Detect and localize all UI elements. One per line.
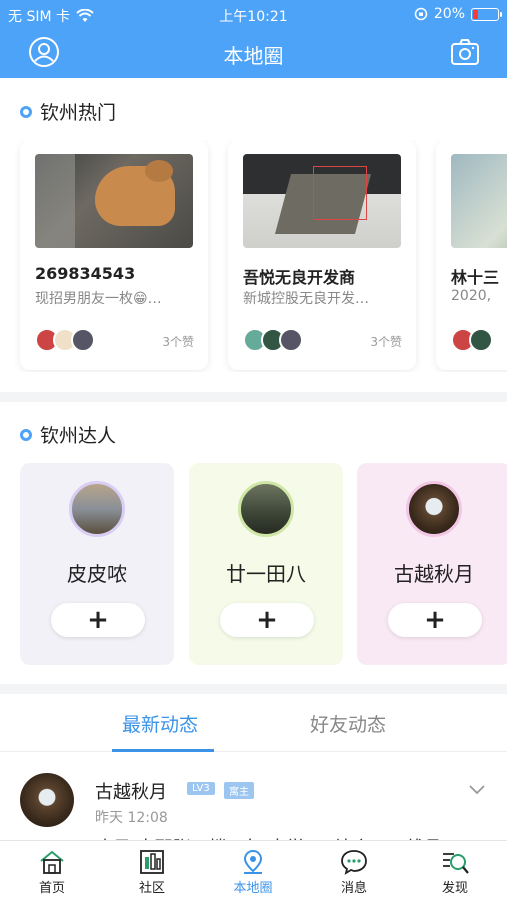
camera-button[interactable] — [447, 36, 483, 68]
post-more-button[interactable] — [469, 780, 485, 799]
like-count: 3个赞 — [162, 335, 194, 349]
tabbar-item-messages[interactable]: 消息 — [314, 847, 394, 896]
section-divider — [0, 392, 507, 402]
rotation-lock-icon — [414, 7, 428, 21]
talent-name: 皮皮哝 — [67, 562, 127, 586]
tab-friends[interactable]: 好友动态 — [310, 710, 386, 737]
talent-card[interactable]: 皮皮哝 + — [20, 463, 174, 665]
section-divider — [0, 684, 507, 694]
follow-button[interactable]: + — [51, 603, 145, 637]
tabbar-label: 社区 — [138, 881, 165, 896]
tabbar-label: 消息 — [340, 881, 367, 896]
home-icon — [40, 850, 64, 874]
message-icon — [341, 850, 367, 875]
community-icon — [140, 850, 164, 874]
location-icon — [243, 849, 263, 874]
status-bar: 无 SIM 卡 上午10:21 20% — [0, 0, 507, 30]
tabbar-label: 本地圈 — [233, 881, 273, 896]
hot-card-image — [451, 154, 507, 248]
follow-button[interactable]: + — [388, 603, 482, 637]
hot-card-image — [35, 154, 193, 248]
hot-card-desc: 2020, — [451, 288, 492, 304]
talent-name: 古越秋月 — [394, 562, 474, 586]
post-author[interactable]: 古越秋月 — [95, 778, 167, 804]
tabbar-item-community[interactable]: 社区 — [112, 847, 192, 896]
avatar — [238, 481, 294, 537]
talent-name: 廿一田八 — [226, 562, 306, 586]
level-badge: LV3 — [187, 782, 215, 795]
talent-card[interactable]: 古越秋月 + — [357, 463, 507, 665]
like-count: 3个赞 — [370, 335, 402, 349]
hot-cards-carousel[interactable]: 269834543 现招男朋友一枚😁… 3个赞 吾悦无良开发商 新城控股无良开发… — [0, 140, 507, 372]
discover-icon — [443, 853, 469, 874]
role-badge: 寓主 — [224, 782, 254, 799]
top-bar: 无 SIM 卡 上午10:21 20% 本地圈 — [0, 0, 507, 78]
hot-card-title: 269834543 — [35, 264, 136, 283]
tabbar-item-discover[interactable]: 发现 — [415, 847, 495, 896]
hot-card[interactable]: 吾悦无良开发商 新城控股无良开发… 3个赞 — [228, 140, 416, 370]
hot-section-title: 钦州热门 — [40, 102, 117, 124]
camera-icon — [451, 39, 479, 65]
battery-fill — [473, 9, 478, 19]
tabbar-label: 发现 — [441, 881, 468, 896]
follow-button[interactable]: + — [220, 603, 314, 637]
liker-avatars — [35, 328, 95, 352]
hot-card[interactable]: 269834543 现招男朋友一枚😁… 3个赞 — [20, 140, 208, 370]
active-tab-indicator — [112, 749, 214, 752]
avatar — [71, 328, 95, 352]
chevron-down-icon — [469, 785, 485, 795]
page-title: 本地圈 — [223, 44, 284, 68]
bottom-tab-bar: 首页 社区 本地圈 消息 发现 — [0, 840, 507, 900]
battery-icon — [471, 7, 502, 21]
avatar — [279, 328, 303, 352]
post-time: 昨天 12:08 — [95, 810, 168, 826]
hot-section-header: 钦州热门 — [20, 98, 116, 125]
battery-percent: 20% — [433, 6, 465, 22]
talent-section-header: 钦州达人 — [20, 421, 116, 448]
hot-card-image — [243, 154, 401, 248]
hot-card-desc: 新城控股无良开发… — [243, 291, 369, 307]
liker-avatars — [451, 328, 493, 352]
hot-card[interactable]: 林十三 2020, — [436, 140, 507, 370]
hot-card-title: 吾悦无良开发商 — [243, 268, 356, 287]
tabbar-item-home[interactable]: 首页 — [12, 847, 92, 896]
avatar[interactable] — [20, 773, 74, 827]
feed-tabs: 最新动态 好友动态 — [0, 694, 507, 752]
tabbar-label: 首页 — [38, 881, 65, 896]
talent-card[interactable]: 廿一田八 + — [189, 463, 343, 665]
hot-card-desc: 现招男朋友一枚😁… — [35, 291, 162, 307]
tabbar-item-local[interactable]: 本地圈 — [213, 847, 293, 896]
section-dot-icon — [20, 105, 32, 118]
avatar — [406, 481, 462, 537]
avatar — [469, 328, 493, 352]
hot-card-title: 林十三 — [451, 268, 500, 287]
tab-latest[interactable]: 最新动态 — [122, 710, 198, 737]
talent-section-title: 钦州达人 — [40, 425, 117, 447]
liker-avatars — [243, 328, 303, 352]
avatar — [69, 481, 125, 537]
section-dot-icon — [20, 428, 32, 441]
